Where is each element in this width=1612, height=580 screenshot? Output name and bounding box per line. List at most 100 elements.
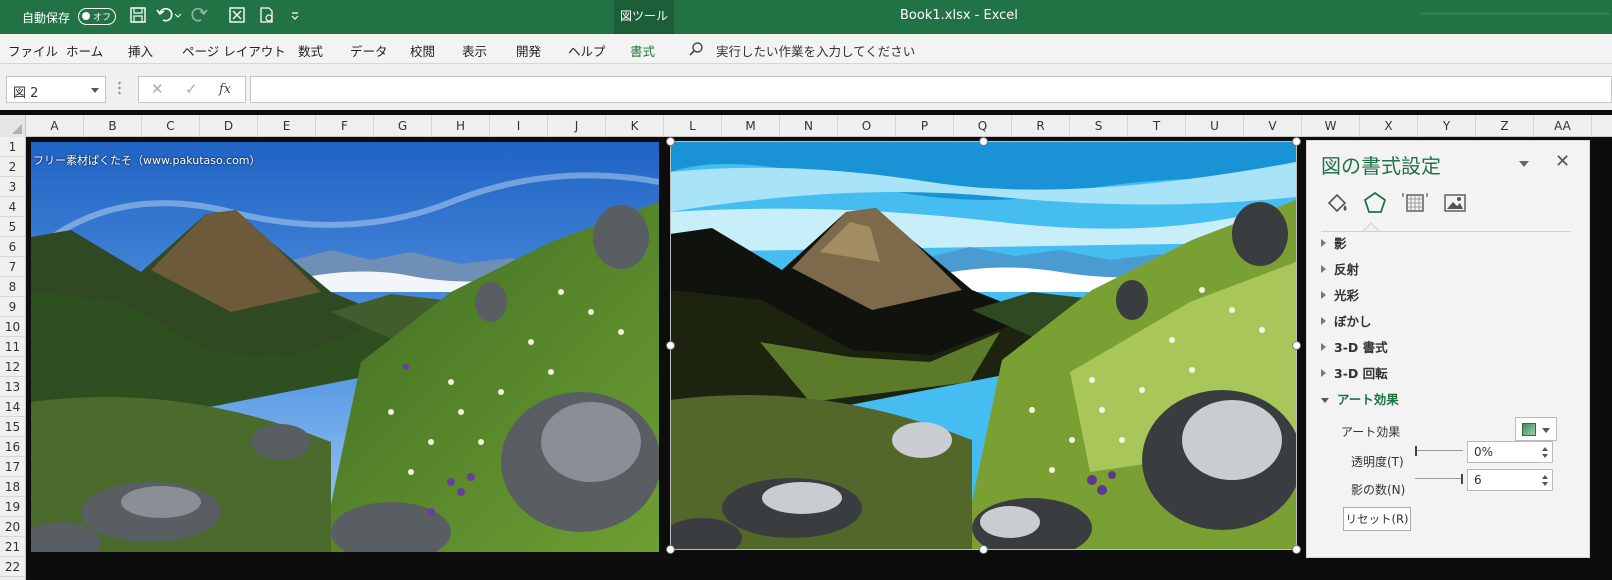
column-header[interactable]: L (664, 115, 722, 137)
fill-line-icon[interactable] (1323, 189, 1351, 217)
row-header[interactable]: 9 (0, 297, 25, 317)
column-header[interactable]: H (432, 115, 490, 137)
reset-button[interactable]: リセット(R) (1343, 507, 1411, 531)
effects-icon[interactable] (1361, 189, 1389, 217)
row-header[interactable]: 10 (0, 317, 25, 337)
row-header[interactable]: 21 (0, 537, 25, 557)
select-all-button[interactable] (0, 115, 26, 137)
resize-handle-nw[interactable] (666, 137, 675, 146)
row-header[interactable]: 2 (0, 157, 25, 177)
resize-handle-se[interactable] (1292, 545, 1301, 554)
tab-formulas[interactable]: 数式 (298, 41, 323, 60)
column-header[interactable]: M (722, 115, 780, 137)
row-header[interactable]: 15 (0, 417, 25, 437)
column-header[interactable]: D (200, 115, 258, 137)
spin-down-icon[interactable] (1542, 482, 1548, 486)
row-header[interactable]: 3 (0, 177, 25, 197)
row-header[interactable]: 6 (0, 237, 25, 257)
print-preview-icon[interactable] (258, 6, 276, 24)
resize-handle-ne[interactable] (1292, 137, 1301, 146)
column-header[interactable]: V (1244, 115, 1302, 137)
tab-insert[interactable]: 挿入 (128, 41, 153, 60)
section-3d-rotation[interactable]: 3-D 回転 (1321, 363, 1388, 382)
section-soft-edges[interactable]: ぼかし (1321, 311, 1372, 330)
artistic-effect-dropdown[interactable] (1515, 417, 1557, 441)
column-header[interactable]: I (490, 115, 548, 137)
tab-review[interactable]: 校閲 (410, 41, 435, 60)
drag-handle-icon[interactable] (118, 81, 121, 95)
column-header[interactable]: S (1070, 115, 1128, 137)
resize-handle-sw[interactable] (666, 545, 675, 554)
row-header[interactable]: 13 (0, 377, 25, 397)
tab-help[interactable]: ヘルプ (568, 41, 606, 60)
resize-handle-w[interactable] (666, 341, 675, 350)
tab-file[interactable]: ファイル (8, 41, 58, 60)
row-header[interactable]: 5 (0, 217, 25, 237)
row-header[interactable]: 18 (0, 477, 25, 497)
section-3d-format[interactable]: 3-D 書式 (1321, 337, 1388, 356)
customize-qat-icon[interactable] (290, 6, 300, 24)
shadow-count-slider[interactable] (1415, 474, 1465, 484)
close-icon[interactable]: ✕ (1555, 151, 1570, 172)
column-header[interactable]: C (142, 115, 200, 137)
slider-thumb[interactable] (1415, 446, 1417, 456)
resize-handle-n[interactable] (979, 137, 988, 146)
tab-home[interactable]: ホーム (66, 41, 103, 60)
tab-format[interactable]: 書式 (630, 41, 655, 60)
resize-handle-s[interactable] (979, 545, 988, 554)
section-reflection[interactable]: 反射 (1321, 259, 1359, 278)
row-header[interactable]: 4 (0, 197, 25, 217)
column-header[interactable]: Z (1476, 115, 1534, 137)
row-header[interactable]: 22 (0, 557, 25, 577)
formula-input[interactable] (250, 76, 1612, 103)
column-header[interactable]: A (26, 115, 84, 137)
undo-icon[interactable] (156, 6, 182, 24)
transparency-spinner[interactable]: 0% (1467, 441, 1553, 463)
size-properties-icon[interactable] (1401, 189, 1429, 217)
column-header[interactable]: R (1012, 115, 1070, 137)
delete-box-icon[interactable] (228, 6, 246, 24)
column-header[interactable]: W (1302, 115, 1360, 137)
section-artistic-effects[interactable]: アート効果 (1321, 389, 1399, 408)
redo-icon[interactable] (190, 6, 216, 24)
tab-developer[interactable]: 開発 (516, 41, 541, 60)
column-header[interactable]: B (84, 115, 142, 137)
tab-page-layout[interactable]: ページ レイアウト (182, 41, 286, 60)
tab-view[interactable]: 表示 (462, 41, 487, 60)
column-header[interactable]: AA (1534, 115, 1592, 137)
column-header[interactable]: F (316, 115, 374, 137)
row-header[interactable]: 12 (0, 357, 25, 377)
pane-options-chevron-icon[interactable] (1519, 161, 1529, 167)
column-header[interactable]: T (1128, 115, 1186, 137)
column-header[interactable]: O (838, 115, 896, 137)
chevron-down-icon[interactable] (91, 88, 99, 93)
column-header[interactable]: E (258, 115, 316, 137)
column-header[interactable]: Q (954, 115, 1012, 137)
insert-function-icon[interactable]: fx (219, 82, 231, 97)
row-header[interactable]: 20 (0, 517, 25, 537)
enter-icon[interactable]: ✓ (185, 80, 198, 98)
column-header[interactable]: N (780, 115, 838, 137)
row-header[interactable]: 19 (0, 497, 25, 517)
slider-thumb[interactable] (1461, 474, 1463, 484)
row-header[interactable]: 7 (0, 257, 25, 277)
shadow-count-spinner[interactable]: 6 (1467, 469, 1553, 491)
column-header[interactable]: K (606, 115, 664, 137)
picture-1-original[interactable] (31, 142, 659, 552)
resize-handle-e[interactable] (1292, 341, 1301, 350)
tab-data[interactable]: データ (350, 41, 388, 60)
row-header[interactable]: 17 (0, 457, 25, 477)
transparency-slider[interactable] (1415, 446, 1465, 456)
row-header[interactable]: 16 (0, 437, 25, 457)
column-header[interactable]: P (896, 115, 954, 137)
spin-up-icon[interactable] (1542, 447, 1548, 451)
column-header[interactable]: Y (1418, 115, 1476, 137)
autosave-toggle[interactable]: オフ (78, 8, 116, 25)
save-icon[interactable] (129, 6, 147, 24)
column-header[interactable]: J (548, 115, 606, 137)
section-shadow[interactable]: 影 (1321, 233, 1347, 252)
row-header[interactable]: 8 (0, 277, 25, 297)
name-box[interactable]: 図 2 (6, 76, 106, 103)
spin-down-icon[interactable] (1542, 454, 1548, 458)
section-glow[interactable]: 光彩 (1321, 285, 1359, 304)
